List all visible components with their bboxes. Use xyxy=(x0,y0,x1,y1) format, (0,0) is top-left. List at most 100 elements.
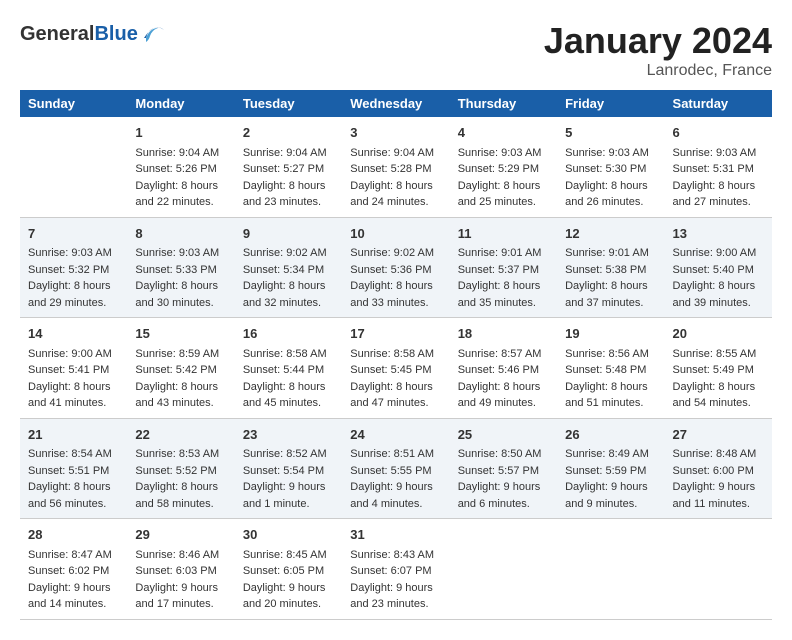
calendar-cell: 3Sunrise: 9:04 AMSunset: 5:28 PMDaylight… xyxy=(342,117,449,217)
page-header: GeneralBlue January 2024 Lanrodec, Franc… xyxy=(20,20,772,80)
calendar-cell: 26Sunrise: 8:49 AMSunset: 5:59 PMDayligh… xyxy=(557,418,664,519)
day-number: 16 xyxy=(243,324,334,344)
day-content: Sunrise: 8:55 AMSunset: 5:49 PMDaylight:… xyxy=(673,346,764,412)
calendar-table: SundayMondayTuesdayWednesdayThursdayFrid… xyxy=(20,90,772,620)
day-number: 31 xyxy=(350,525,441,545)
day-content: Sunrise: 8:52 AMSunset: 5:54 PMDaylight:… xyxy=(243,446,334,512)
calendar-cell: 12Sunrise: 9:01 AMSunset: 5:38 PMDayligh… xyxy=(557,217,664,318)
calendar-cell xyxy=(665,519,772,620)
day-number: 17 xyxy=(350,324,441,344)
day-content: Sunrise: 8:54 AMSunset: 5:51 PMDaylight:… xyxy=(28,446,119,512)
calendar-cell xyxy=(557,519,664,620)
calendar-cell: 16Sunrise: 8:58 AMSunset: 5:44 PMDayligh… xyxy=(235,318,342,419)
day-number: 28 xyxy=(28,525,119,545)
day-content: Sunrise: 8:59 AMSunset: 5:42 PMDaylight:… xyxy=(135,346,226,412)
day-number: 10 xyxy=(350,224,441,244)
column-header-thursday: Thursday xyxy=(450,90,557,117)
day-content: Sunrise: 9:02 AMSunset: 5:36 PMDaylight:… xyxy=(350,245,441,311)
logo-blue: Blue xyxy=(94,23,137,45)
day-number: 21 xyxy=(28,425,119,445)
calendar-cell xyxy=(20,117,127,217)
week-row-5: 28Sunrise: 8:47 AMSunset: 6:02 PMDayligh… xyxy=(20,519,772,620)
calendar-cell: 10Sunrise: 9:02 AMSunset: 5:36 PMDayligh… xyxy=(342,217,449,318)
day-content: Sunrise: 8:46 AMSunset: 6:03 PMDaylight:… xyxy=(135,547,226,613)
day-number: 19 xyxy=(565,324,656,344)
day-content: Sunrise: 8:57 AMSunset: 5:46 PMDaylight:… xyxy=(458,346,549,412)
day-content: Sunrise: 9:04 AMSunset: 5:27 PMDaylight:… xyxy=(243,145,334,211)
day-number: 30 xyxy=(243,525,334,545)
calendar-body: 1Sunrise: 9:04 AMSunset: 5:26 PMDaylight… xyxy=(20,117,772,619)
day-content: Sunrise: 8:49 AMSunset: 5:59 PMDaylight:… xyxy=(565,446,656,512)
page-subtitle: Lanrodec, France xyxy=(544,62,772,80)
calendar-cell: 2Sunrise: 9:04 AMSunset: 5:27 PMDaylight… xyxy=(235,117,342,217)
day-content: Sunrise: 9:00 AMSunset: 5:41 PMDaylight:… xyxy=(28,346,119,412)
column-header-sunday: Sunday xyxy=(20,90,127,117)
day-number: 29 xyxy=(135,525,226,545)
calendar-cell: 14Sunrise: 9:00 AMSunset: 5:41 PMDayligh… xyxy=(20,318,127,419)
logo-general: General xyxy=(20,23,94,45)
calendar-cell: 31Sunrise: 8:43 AMSunset: 6:07 PMDayligh… xyxy=(342,519,449,620)
day-number: 24 xyxy=(350,425,441,445)
day-content: Sunrise: 9:01 AMSunset: 5:37 PMDaylight:… xyxy=(458,245,549,311)
column-header-saturday: Saturday xyxy=(665,90,772,117)
day-content: Sunrise: 9:03 AMSunset: 5:29 PMDaylight:… xyxy=(458,145,549,211)
day-number: 1 xyxy=(135,123,226,143)
week-row-2: 7Sunrise: 9:03 AMSunset: 5:32 PMDaylight… xyxy=(20,217,772,318)
day-content: Sunrise: 8:43 AMSunset: 6:07 PMDaylight:… xyxy=(350,547,441,613)
calendar-cell: 30Sunrise: 8:45 AMSunset: 6:05 PMDayligh… xyxy=(235,519,342,620)
calendar-cell: 20Sunrise: 8:55 AMSunset: 5:49 PMDayligh… xyxy=(665,318,772,419)
calendar-cell: 27Sunrise: 8:48 AMSunset: 6:00 PMDayligh… xyxy=(665,418,772,519)
day-content: Sunrise: 9:03 AMSunset: 5:33 PMDaylight:… xyxy=(135,245,226,311)
calendar-cell xyxy=(450,519,557,620)
day-content: Sunrise: 8:51 AMSunset: 5:55 PMDaylight:… xyxy=(350,446,441,512)
day-number: 4 xyxy=(458,123,549,143)
day-content: Sunrise: 8:56 AMSunset: 5:48 PMDaylight:… xyxy=(565,346,656,412)
day-content: Sunrise: 8:47 AMSunset: 6:02 PMDaylight:… xyxy=(28,547,119,613)
day-number: 13 xyxy=(673,224,764,244)
day-number: 6 xyxy=(673,123,764,143)
calendar-cell: 4Sunrise: 9:03 AMSunset: 5:29 PMDaylight… xyxy=(450,117,557,217)
day-content: Sunrise: 8:58 AMSunset: 5:44 PMDaylight:… xyxy=(243,346,334,412)
day-content: Sunrise: 9:03 AMSunset: 5:30 PMDaylight:… xyxy=(565,145,656,211)
day-number: 23 xyxy=(243,425,334,445)
week-row-3: 14Sunrise: 9:00 AMSunset: 5:41 PMDayligh… xyxy=(20,318,772,419)
column-header-monday: Monday xyxy=(127,90,234,117)
column-header-wednesday: Wednesday xyxy=(342,90,449,117)
day-content: Sunrise: 9:02 AMSunset: 5:34 PMDaylight:… xyxy=(243,245,334,311)
day-content: Sunrise: 9:03 AMSunset: 5:31 PMDaylight:… xyxy=(673,145,764,211)
day-number: 5 xyxy=(565,123,656,143)
day-content: Sunrise: 9:04 AMSunset: 5:28 PMDaylight:… xyxy=(350,145,441,211)
day-number: 14 xyxy=(28,324,119,344)
calendar-cell: 24Sunrise: 8:51 AMSunset: 5:55 PMDayligh… xyxy=(342,418,449,519)
calendar-cell: 8Sunrise: 9:03 AMSunset: 5:33 PMDaylight… xyxy=(127,217,234,318)
calendar-cell: 29Sunrise: 8:46 AMSunset: 6:03 PMDayligh… xyxy=(127,519,234,620)
day-content: Sunrise: 8:58 AMSunset: 5:45 PMDaylight:… xyxy=(350,346,441,412)
calendar-cell: 7Sunrise: 9:03 AMSunset: 5:32 PMDaylight… xyxy=(20,217,127,318)
day-number: 20 xyxy=(673,324,764,344)
week-row-4: 21Sunrise: 8:54 AMSunset: 5:51 PMDayligh… xyxy=(20,418,772,519)
day-content: Sunrise: 8:53 AMSunset: 5:52 PMDaylight:… xyxy=(135,446,226,512)
page-title: January 2024 xyxy=(544,20,772,62)
calendar-cell: 15Sunrise: 8:59 AMSunset: 5:42 PMDayligh… xyxy=(127,318,234,419)
calendar-cell: 17Sunrise: 8:58 AMSunset: 5:45 PMDayligh… xyxy=(342,318,449,419)
calendar-cell: 5Sunrise: 9:03 AMSunset: 5:30 PMDaylight… xyxy=(557,117,664,217)
day-number: 15 xyxy=(135,324,226,344)
calendar-cell: 22Sunrise: 8:53 AMSunset: 5:52 PMDayligh… xyxy=(127,418,234,519)
calendar-cell: 18Sunrise: 8:57 AMSunset: 5:46 PMDayligh… xyxy=(450,318,557,419)
day-number: 25 xyxy=(458,425,549,445)
calendar-cell: 25Sunrise: 8:50 AMSunset: 5:57 PMDayligh… xyxy=(450,418,557,519)
calendar-header-row: SundayMondayTuesdayWednesdayThursdayFrid… xyxy=(20,90,772,117)
calendar-cell: 9Sunrise: 9:02 AMSunset: 5:34 PMDaylight… xyxy=(235,217,342,318)
calendar-cell: 11Sunrise: 9:01 AMSunset: 5:37 PMDayligh… xyxy=(450,217,557,318)
calendar-cell: 21Sunrise: 8:54 AMSunset: 5:51 PMDayligh… xyxy=(20,418,127,519)
column-header-friday: Friday xyxy=(557,90,664,117)
day-content: Sunrise: 9:03 AMSunset: 5:32 PMDaylight:… xyxy=(28,245,119,311)
day-number: 3 xyxy=(350,123,441,143)
day-number: 11 xyxy=(458,224,549,244)
calendar-cell: 23Sunrise: 8:52 AMSunset: 5:54 PMDayligh… xyxy=(235,418,342,519)
day-content: Sunrise: 8:48 AMSunset: 6:00 PMDaylight:… xyxy=(673,446,764,512)
day-number: 18 xyxy=(458,324,549,344)
day-content: Sunrise: 9:00 AMSunset: 5:40 PMDaylight:… xyxy=(673,245,764,311)
day-number: 22 xyxy=(135,425,226,445)
day-content: Sunrise: 9:01 AMSunset: 5:38 PMDaylight:… xyxy=(565,245,656,311)
